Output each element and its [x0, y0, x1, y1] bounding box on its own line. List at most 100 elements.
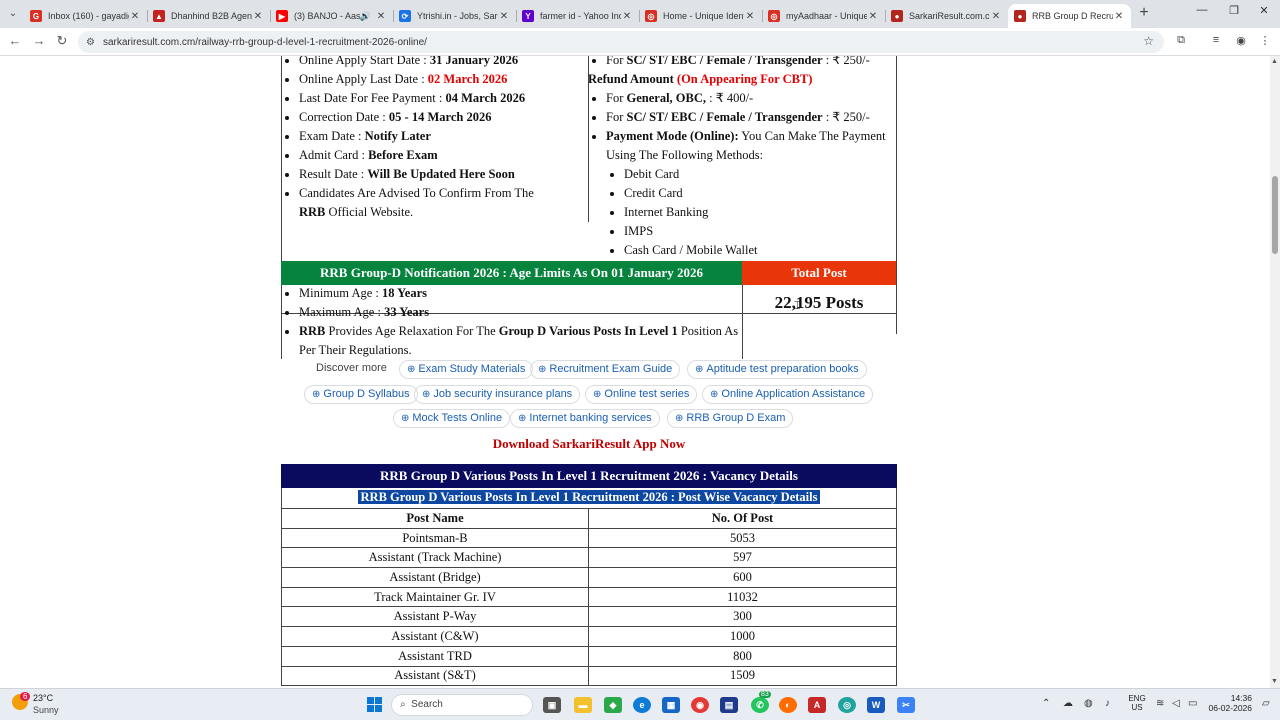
wifi-icon[interactable]: ≋: [1156, 698, 1164, 709]
discover-chip[interactable]: ⊕ Online test series: [585, 385, 698, 404]
pdf-icon[interactable]: A: [808, 697, 826, 713]
payment-method: Cash Card / Mobile Wallet: [624, 241, 894, 260]
chrome-icon[interactable]: ◉: [691, 697, 709, 713]
plus-circle-icon: ⊕: [407, 364, 416, 375]
discover-chip[interactable]: ⊕ Recruitment Exam Guide: [530, 360, 681, 379]
app-icon-3[interactable]: ◎: [838, 697, 856, 713]
new-tab-icon[interactable]: +: [1134, 4, 1154, 22]
restore-icon[interactable]: ❐: [1222, 4, 1246, 17]
tab-close-icon[interactable]: ✕: [252, 11, 264, 22]
scroll-up-icon[interactable]: ▲: [1271, 58, 1278, 65]
file-explorer-icon[interactable]: ▬: [574, 697, 592, 713]
mic-icon[interactable]: ♪: [1105, 698, 1110, 709]
language-indicator[interactable]: ENG US: [1128, 694, 1146, 712]
date-value: Will Be Updated Here Soon: [367, 167, 515, 181]
scroll-down-icon[interactable]: ▼: [1271, 678, 1278, 685]
volume-icon[interactable]: ◁: [1172, 698, 1180, 709]
mouse-cursor-icon: ⌶: [794, 300, 801, 312]
tab-close-icon[interactable]: ✕: [744, 11, 756, 22]
browser-tab[interactable]: Yfarmer id - Yahoo Indi ✕: [516, 4, 639, 28]
reload-icon[interactable]: ↻: [53, 33, 71, 49]
taskbar-search[interactable]: ⌕ Search: [391, 694, 533, 716]
download-app-link[interactable]: Download SarkariResult App Now: [281, 436, 897, 452]
onedrive-icon[interactable]: ☁: [1063, 698, 1073, 709]
task-view-icon[interactable]: ▣: [543, 697, 561, 713]
address-bar[interactable]: ⚙ sarkariresult.com.cm/railway-rrb-group…: [78, 31, 1164, 53]
date-item: Correction Date : 05 - 14 March 2026: [299, 108, 559, 127]
whatsapp-badge: 83: [759, 691, 771, 698]
tray-app-icon[interactable]: ◍: [1084, 698, 1093, 709]
browser-tab[interactable]: ▲ Dhanhind B2B Agent ✕: [147, 4, 270, 28]
whatsapp-icon[interactable]: ✆: [751, 697, 769, 713]
profile-icon[interactable]: ◉: [1232, 34, 1250, 47]
discover-chip[interactable]: ⊕ RRB Group D Exam: [667, 409, 794, 428]
plus-circle-icon: ⊕: [518, 413, 527, 424]
weather-badge: 6: [20, 692, 31, 701]
snipping-icon[interactable]: ✂: [897, 697, 915, 713]
browser-tab[interactable]: ◎ Home - Unique Ident ✕: [639, 4, 762, 28]
date-item: Last Date For Fee Payment : 04 March 202…: [299, 89, 559, 108]
back-icon[interactable]: ←: [6, 33, 24, 48]
browser-tab[interactable]: G Inbox (160) - gayadig ✕: [24, 4, 147, 28]
browser-tab[interactable]: ◎ myAadhaar - Unique ✕: [762, 4, 885, 28]
forward-icon[interactable]: →: [30, 33, 48, 48]
edge-icon[interactable]: e: [633, 697, 651, 713]
bookmark-star-icon[interactable]: ☆: [1143, 34, 1154, 48]
audio-playing-icon[interactable]: 🔊: [360, 11, 371, 22]
tab-close-icon[interactable]: ✕: [867, 11, 879, 22]
extensions-icon[interactable]: ⧉: [1172, 34, 1190, 47]
browser-tab[interactable]: ▶ (3) BANJO - Aash 🔊 ✕: [270, 4, 393, 28]
tab-title: SarkariResult.com.cn: [909, 11, 990, 21]
notification-icon[interactable]: ▱: [1262, 698, 1270, 709]
chip-label: Internet banking services: [529, 412, 652, 424]
post-count-cell: 5053: [588, 527, 897, 549]
age-right-border: [896, 285, 897, 334]
plus-circle-icon: ⊕: [710, 389, 719, 400]
tab-favicon-icon: ●: [1014, 10, 1026, 22]
browser-tab[interactable]: ● SarkariResult.com.cn ✕: [885, 4, 1008, 28]
tab-close-icon[interactable]: ✕: [990, 11, 1002, 22]
date-label: Last Date For Fee Payment :: [299, 91, 446, 105]
app-icon[interactable]: ◆: [604, 697, 622, 713]
battery-icon[interactable]: ▭: [1188, 698, 1197, 709]
app-icon-2[interactable]: ▤: [720, 697, 738, 713]
post-count-cell: 1000: [588, 626, 897, 647]
tray-chevron-icon[interactable]: ⌃: [1042, 698, 1050, 709]
fee-sc: For SC/ ST/ EBC / Female / Transgender :…: [606, 108, 894, 127]
discover-chip[interactable]: ⊕ Group D Syllabus: [304, 385, 418, 404]
minimize-icon[interactable]: —: [1190, 4, 1214, 16]
url-text: sarkariresult.com.cm/railway-rrb-group-d…: [102, 36, 427, 48]
post-name-cell: Assistant (Track Machine): [281, 547, 589, 569]
plus-circle-icon: ⊕: [593, 389, 602, 400]
discover-chip[interactable]: ⊕ Online Application Assistance: [702, 385, 874, 404]
date-label: Admit Card :: [299, 148, 369, 162]
store-icon[interactable]: ▦: [662, 697, 680, 713]
post-name-cell: Pointsman-B: [281, 527, 589, 549]
chip-label: Recruitment Exam Guide: [549, 363, 673, 375]
browser-tab[interactable]: ⟳ Ytrishi.in - Jobs, Sarka✕: [393, 4, 516, 28]
site-info-icon[interactable]: ⚙: [86, 37, 95, 48]
tab-close-icon[interactable]: ✕: [498, 11, 510, 22]
tab-close-icon[interactable]: ✕: [129, 11, 141, 22]
word-icon[interactable]: W: [867, 697, 885, 713]
clock[interactable]: 14:36 06-02-2026: [1206, 693, 1252, 713]
table-row: Assistant P-Way 300: [281, 606, 897, 628]
discover-chip[interactable]: ⊕ Mock Tests Online: [393, 409, 511, 428]
firefox-icon[interactable]: ◐: [779, 697, 797, 713]
discover-chip[interactable]: ⊕ Aptitude test preparation books: [687, 360, 867, 379]
tab-close-icon[interactable]: ✕: [1113, 11, 1125, 22]
menu-icon[interactable]: ⋮: [1256, 34, 1274, 47]
reading-list-icon[interactable]: ≡: [1207, 34, 1225, 46]
close-window-icon[interactable]: ✕: [1252, 4, 1276, 17]
windows-start-icon[interactable]: [367, 697, 383, 713]
tab-close-icon[interactable]: ✕: [621, 11, 633, 22]
page-scrollbar[interactable]: ▲ ▼: [1270, 56, 1280, 688]
discover-chip[interactable]: ⊕ Internet banking services: [510, 409, 660, 428]
discover-chip[interactable]: ⊕ Job security insurance plans: [414, 385, 581, 404]
page-content: Online Apply Start Date : 31 January 202…: [0, 56, 1270, 688]
discover-chip[interactable]: ⊕ Exam Study Materials: [399, 360, 534, 379]
tab-search-icon[interactable]: ⌄: [4, 5, 22, 23]
scroll-thumb[interactable]: [1272, 176, 1278, 254]
tab-close-icon[interactable]: ✕: [375, 11, 387, 22]
browser-tab[interactable]: ● RRB Group D Recruit ✕: [1008, 4, 1131, 28]
